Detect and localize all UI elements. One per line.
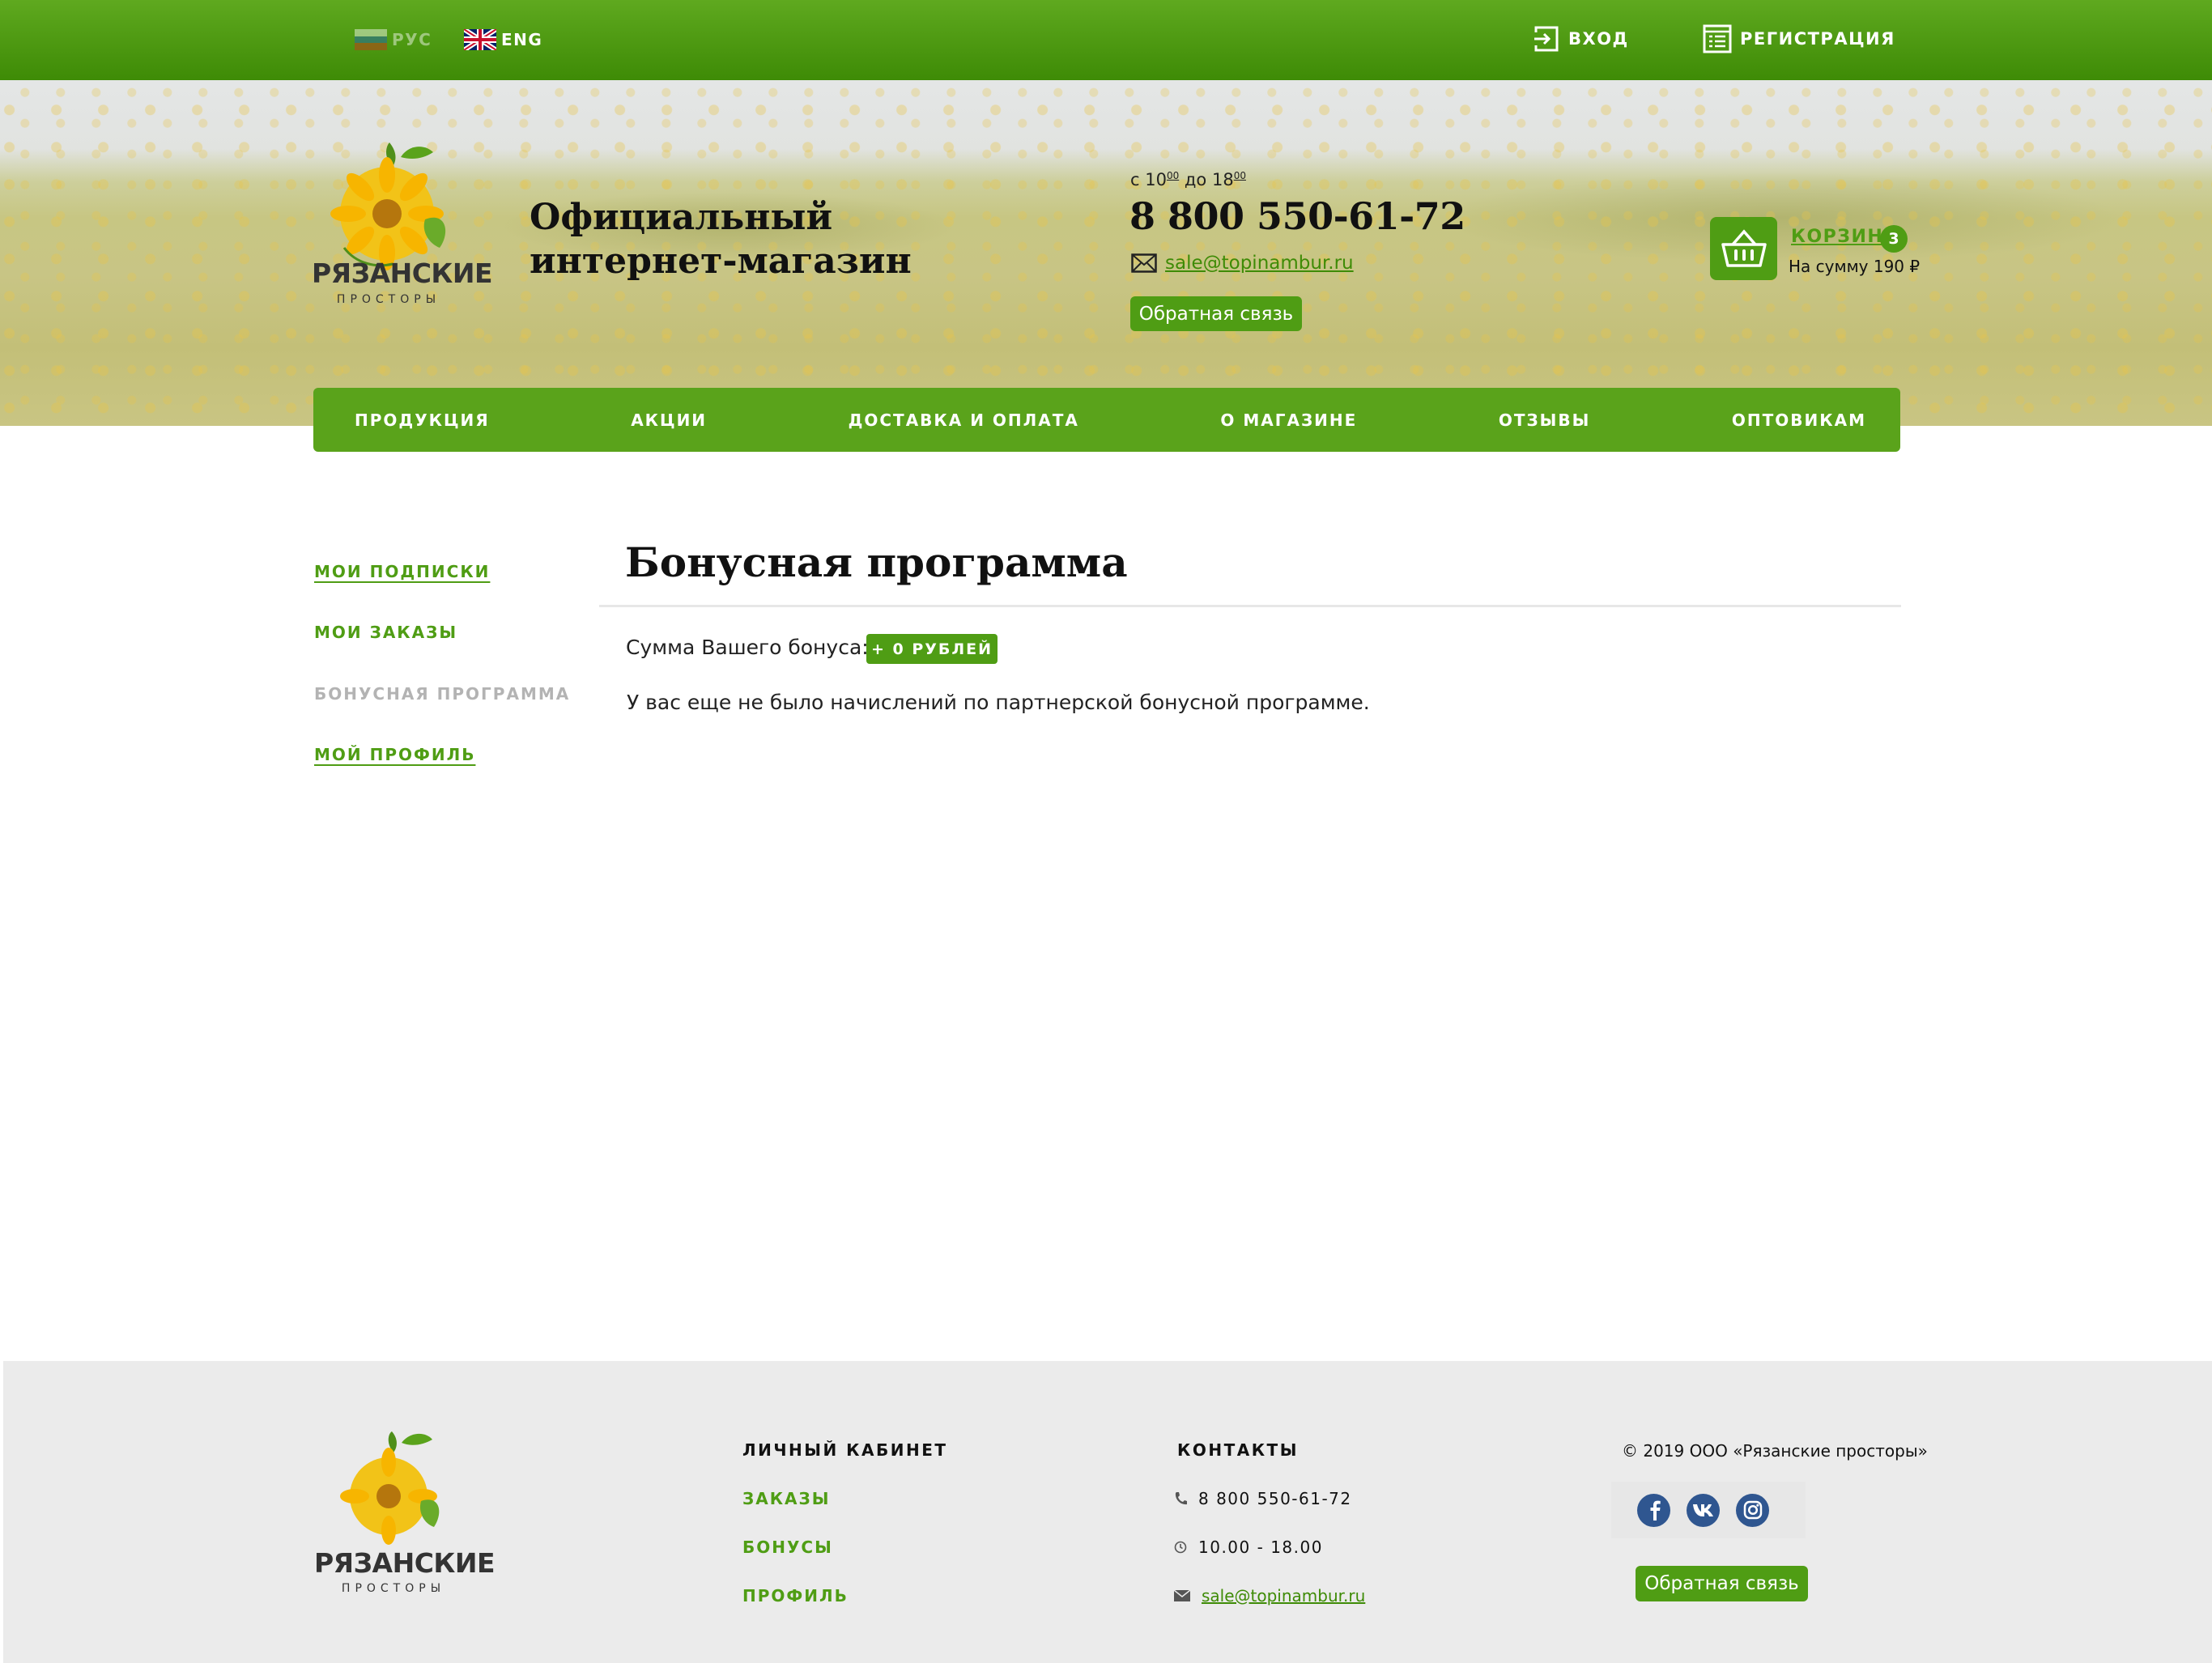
footer-phone-row: 8 800 550-61-72 <box>1174 1489 1352 1508</box>
bonus-empty-note: У вас еще не было начислений по партнерс… <box>627 691 1370 714</box>
working-hours: с 1000 до 1800 <box>1130 170 1246 189</box>
header-phone[interactable]: 8 800 550-61-72 <box>1129 194 1465 238</box>
sidebar-item-bonus-program[interactable]: БОНУСНАЯ ПРОГРАММА <box>314 684 570 704</box>
tagline-line-2: интернет-магазин <box>530 240 912 282</box>
footer-link-profile[interactable]: ПРОФИЛЬ <box>742 1586 849 1606</box>
page-title: Бонусная программа <box>625 538 1128 586</box>
nav-item-about[interactable]: О МАГАЗИНЕ <box>1220 410 1357 430</box>
sidebar-item-orders[interactable]: МОИ ЗАКАЗЫ <box>314 623 457 642</box>
footer-logo-subtitle: ПРОСТОРЫ <box>341 1582 446 1595</box>
footer-email-row: sale@topinambur.ru <box>1174 1586 1365 1606</box>
footer-email-link[interactable]: sale@topinambur.ru <box>1202 1586 1365 1606</box>
nav-item-delivery[interactable]: ДОСТАВКА И ОПЛАТА <box>849 410 1079 430</box>
register-link[interactable]: РЕГИСТРАЦИЯ <box>1703 24 1895 53</box>
lang-rus-label: РУС <box>392 30 432 49</box>
phone-icon <box>1175 1492 1187 1505</box>
store-tagline: Официальный интернет-магазин <box>530 196 934 283</box>
register-form-icon <box>1703 24 1732 53</box>
mail-icon <box>1174 1590 1190 1601</box>
footer-link-bonuses[interactable]: БОНУСЫ <box>742 1538 833 1557</box>
lang-eng-link[interactable]: ENG <box>464 29 542 50</box>
hours-from-minutes: 00 <box>1166 170 1180 181</box>
uk-flag-icon <box>464 29 496 50</box>
social-links <box>1611 1482 1806 1538</box>
lang-eng-label: ENG <box>501 30 543 49</box>
footer-contacts-heading: КОНТАКТЫ <box>1177 1440 1299 1460</box>
nav-item-wholesale[interactable]: ОПТОВИКАМ <box>1732 410 1866 430</box>
footer-cabinet-heading: ЛИЧНЫЙ КАБИНЕТ <box>742 1440 948 1460</box>
logo-title: РЯЗАНСКИЕ <box>312 257 493 289</box>
nav-item-reviews[interactable]: ОТЗЫВЫ <box>1499 410 1591 430</box>
login-icon <box>1534 26 1559 52</box>
cart-count-badge: 3 <box>1880 225 1908 253</box>
login-label: ВХОД <box>1568 29 1629 49</box>
cart-button[interactable] <box>1710 217 1777 280</box>
bonus-sum-label: Сумма Вашего бонуса: <box>626 636 869 659</box>
nav-item-products[interactable]: ПРОДУКЦИЯ <box>355 410 490 430</box>
header-email-row: sale@topinambur.ru <box>1131 253 1354 274</box>
footer-link-orders[interactable]: ЗАКАЗЫ <box>742 1489 830 1508</box>
top-bar: РУС ENG ВХОД РЕГИСТРАЦИЯ <box>0 0 2212 80</box>
clock-icon <box>1174 1541 1187 1554</box>
tagline-line-1: Официальный <box>530 197 833 238</box>
hours-prefix: с 10 <box>1130 170 1167 189</box>
cart-sum: На сумму 190 ₽ <box>1789 257 1921 276</box>
facebook-icon[interactable] <box>1637 1493 1670 1527</box>
sidebar-item-subscriptions[interactable]: МОИ ПОДПИСКИ <box>314 562 490 581</box>
footer-logo-title: РЯЗАНСКИЕ <box>314 1547 496 1579</box>
bonus-value-badge: + 0 РУБЛЕЙ <box>866 634 998 664</box>
vk-icon[interactable] <box>1687 1493 1720 1527</box>
main-nav: ПРОДУКЦИЯ АКЦИИ ДОСТАВКА И ОПЛАТА О МАГА… <box>313 388 1900 452</box>
footer-feedback-button[interactable]: Обратная связь <box>1636 1566 1808 1601</box>
copyright: © 2019 ООО «Рязанские просторы» <box>1622 1441 1928 1461</box>
instagram-icon[interactable] <box>1736 1493 1769 1527</box>
logo-subtitle: ПРОСТОРЫ <box>336 293 441 306</box>
nav-item-promotions[interactable]: АКЦИИ <box>631 410 707 430</box>
lang-rus-link[interactable]: РУС <box>355 29 432 50</box>
hours-to-minutes: 00 <box>1233 170 1246 181</box>
envelope-icon <box>1131 253 1157 273</box>
sidebar-item-profile[interactable]: МОЙ ПРОФИЛЬ <box>314 745 475 764</box>
footer-hours: 10.00 - 18.00 <box>1198 1538 1323 1557</box>
footer-sunflower-logo-icon[interactable] <box>314 1431 473 1553</box>
register-label: РЕГИСТРАЦИЯ <box>1740 29 1895 49</box>
title-divider <box>599 605 1901 607</box>
hours-mid: до 18 <box>1179 170 1234 189</box>
footer-phone[interactable]: 8 800 550-61-72 <box>1198 1489 1352 1508</box>
feedback-button[interactable]: Обратная связь <box>1130 296 1302 331</box>
russia-flag-icon <box>355 29 387 50</box>
footer-hours-row: 10.00 - 18.00 <box>1174 1538 1323 1557</box>
header-email-link[interactable]: sale@topinambur.ru <box>1165 253 1354 274</box>
basket-icon <box>1721 229 1767 267</box>
login-link[interactable]: ВХОД <box>1533 24 1629 53</box>
